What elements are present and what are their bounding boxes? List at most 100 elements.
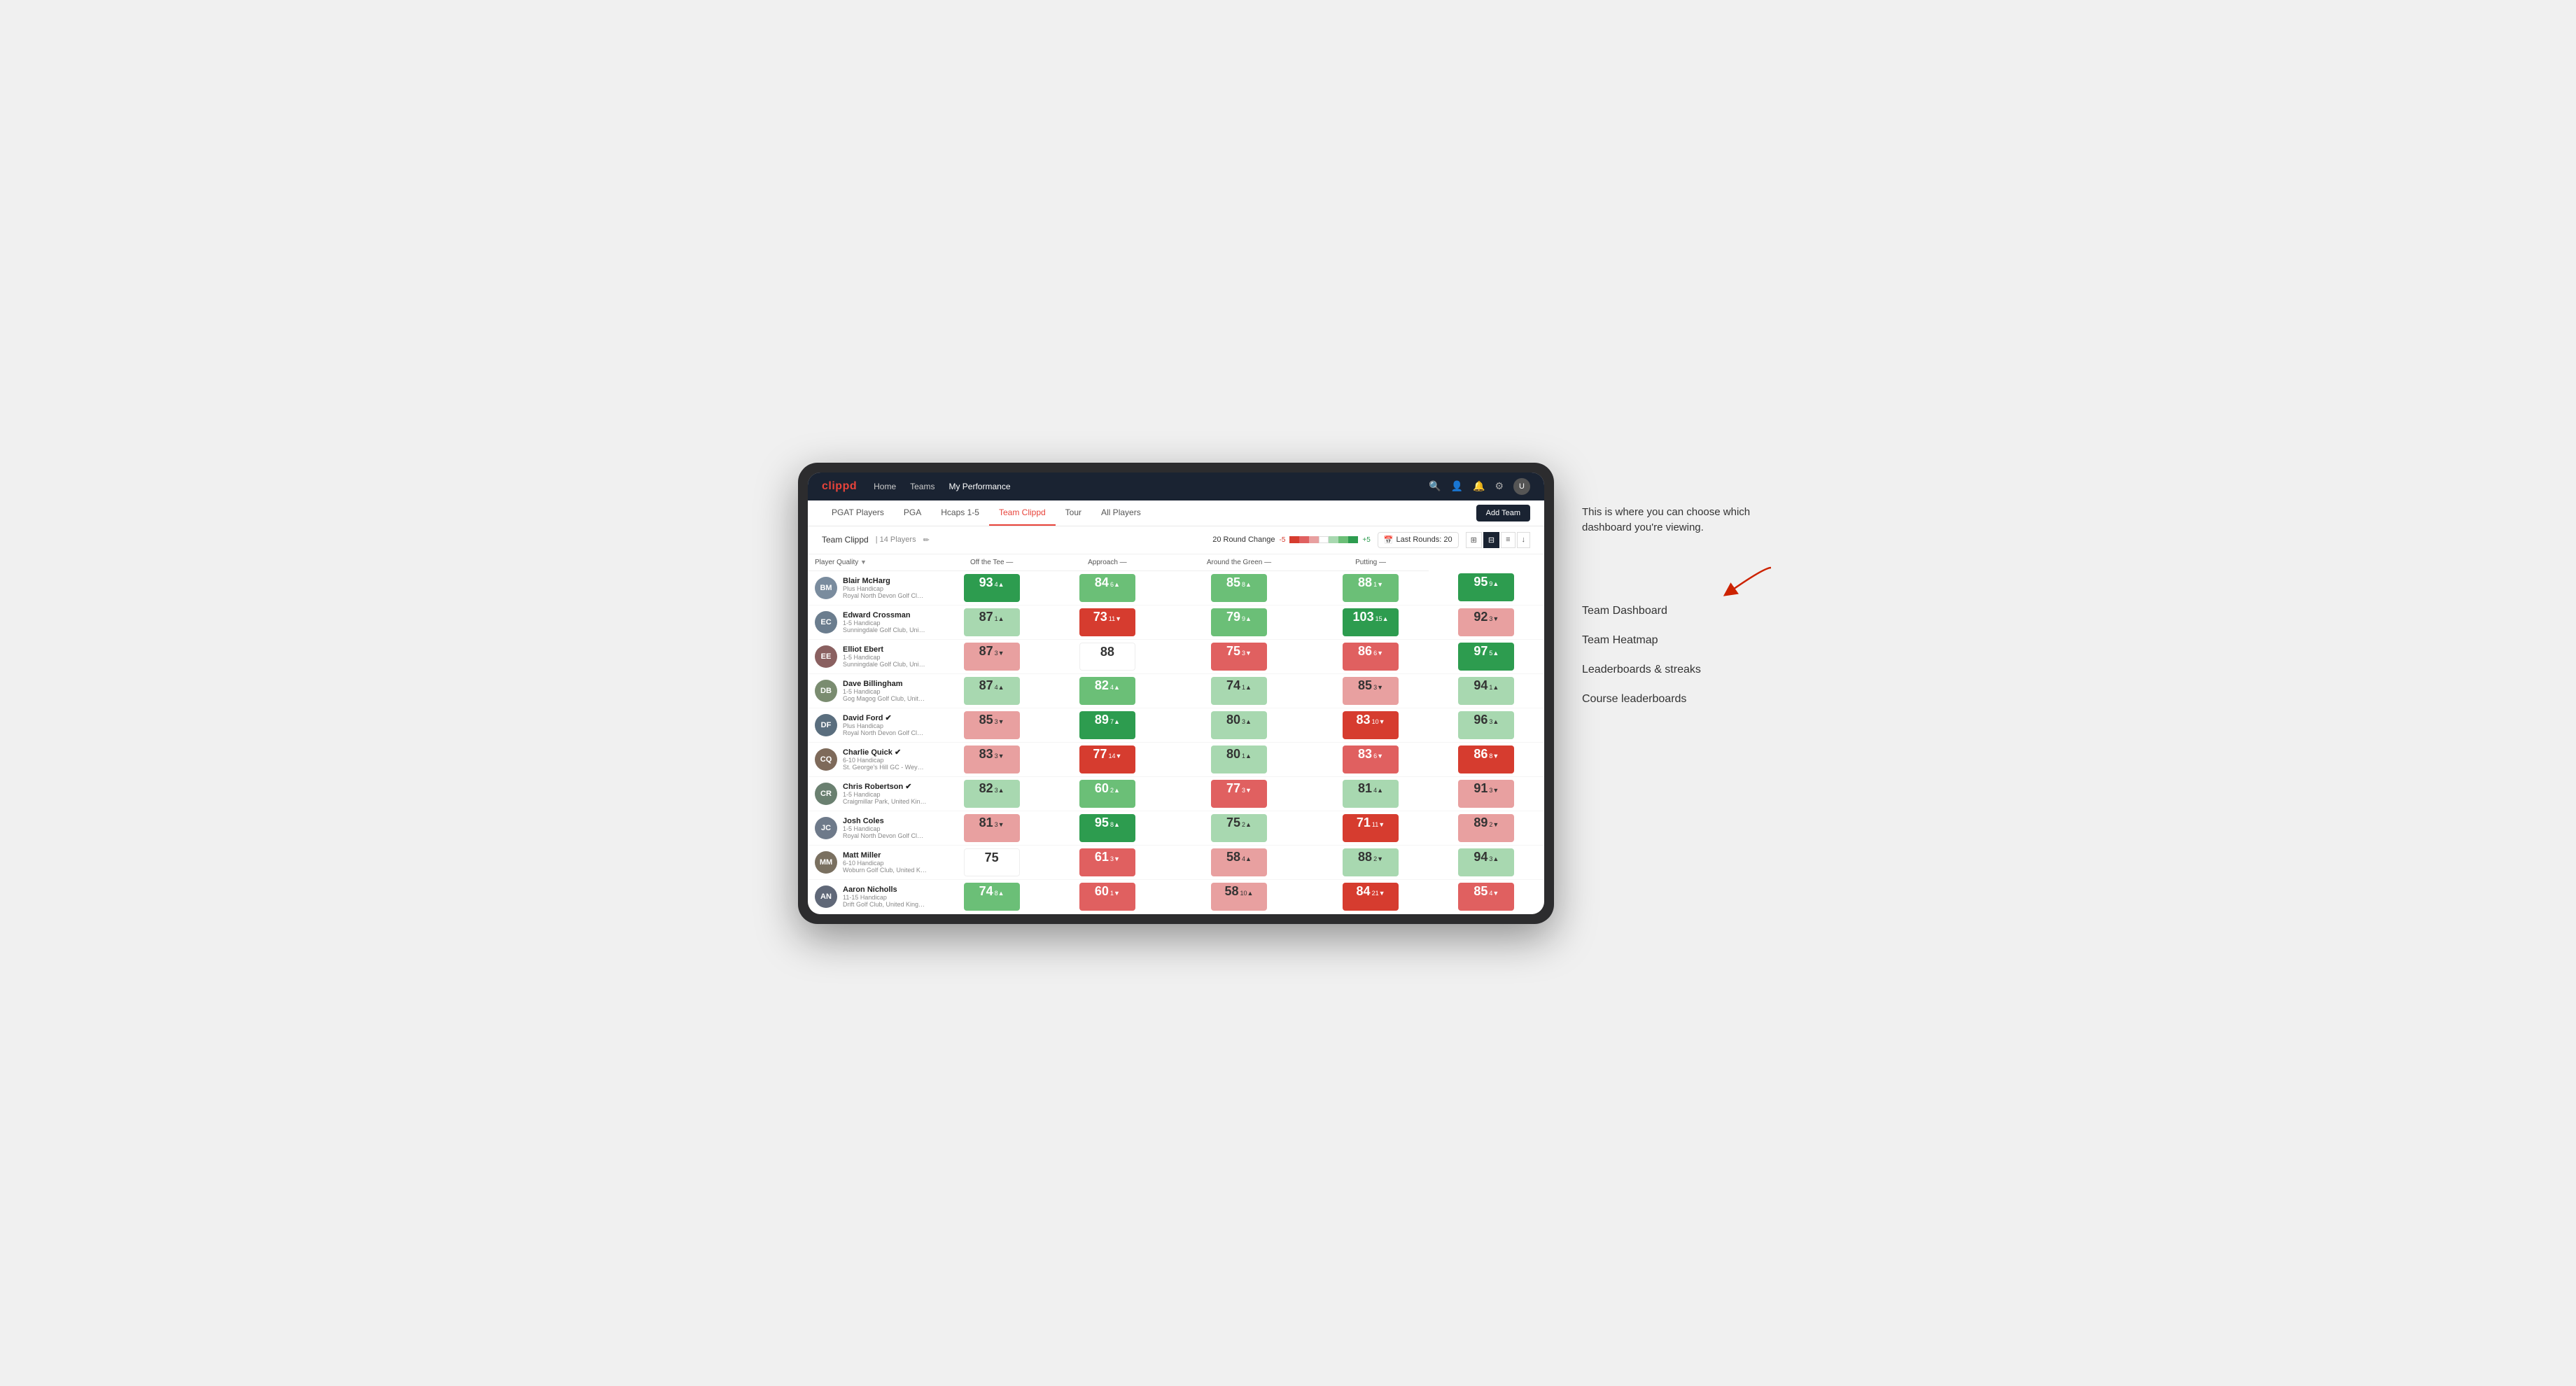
subnav-pgat[interactable]: PGAT Players — [822, 500, 894, 526]
player-cell[interactable]: EE Elliot Ebert 1-5 Handicap Sunningdale… — [808, 639, 934, 673]
nav-home[interactable]: Home — [874, 482, 896, 491]
edit-icon[interactable]: ✏ — [923, 536, 930, 545]
player-name: Edward Crossman — [843, 611, 927, 620]
score-value: 61 — [1095, 850, 1109, 864]
score-cell: 83 3▼ — [934, 742, 1049, 776]
annotation-items: Team DashboardTeam HeatmapLeaderboards &… — [1582, 605, 1778, 706]
annotation-arrow — [1582, 564, 1778, 599]
profile-icon[interactable]: 👤 — [1451, 480, 1463, 492]
nav-my-performance[interactable]: My Performance — [948, 482, 1010, 491]
score-cell: 60 2▲ — [1049, 776, 1165, 811]
score-change: 8▲ — [1242, 581, 1252, 588]
add-team-button[interactable]: Add Team — [1476, 505, 1530, 522]
score-box: 93 4▲ — [964, 574, 1020, 602]
team-bar: Team Clippd | 14 Players ✏ 20 Round Chan… — [808, 526, 1544, 554]
score-change: 21▼ — [1372, 890, 1385, 897]
player-club: St. George's Hill GC - Weybridge - Surre… — [843, 764, 927, 771]
score-box: 75 2▲ — [1211, 814, 1267, 842]
view-grid-button[interactable]: ⊞ — [1466, 532, 1482, 548]
score-change: 3▼ — [995, 821, 1004, 828]
player-club: Sunningdale Golf Club, United Kingdom — [843, 661, 927, 668]
score-change: 1▼ — [1110, 890, 1120, 897]
score-box: 80 1▲ — [1211, 746, 1267, 774]
score-value: 77 — [1093, 747, 1107, 762]
score-cell: 85 4▼ — [1429, 879, 1544, 913]
col-header-player-quality: Player Quality ▼ — [808, 554, 934, 571]
bell-icon[interactable]: 🔔 — [1473, 480, 1485, 492]
score-cell: 73 11▼ — [1049, 605, 1165, 639]
subnav-all-players[interactable]: All Players — [1091, 500, 1151, 526]
subnav-hcaps[interactable]: Hcaps 1-5 — [931, 500, 989, 526]
col-header-off-tee: Off the Tee — — [934, 554, 1049, 571]
score-cell: 87 1▲ — [934, 605, 1049, 639]
view-list-button[interactable]: ≡ — [1501, 532, 1515, 548]
player-club: Royal North Devon Golf Club, United King… — [843, 729, 927, 736]
player-name: Blair McHarg — [843, 577, 927, 585]
score-value: 84 — [1357, 884, 1371, 899]
score-box: 71 11▼ — [1343, 814, 1399, 842]
score-value: 95 — [1095, 816, 1109, 830]
player-cell[interactable]: CR Chris Robertson ✔ 1-5 Handicap Craigm… — [808, 776, 934, 811]
score-cell: 83 10▼ — [1312, 708, 1428, 742]
tablet-frame: clippd Home Teams My Performance 🔍 👤 🔔 ⚙… — [798, 463, 1554, 924]
score-box: 86 6▼ — [1343, 643, 1399, 671]
player-cell[interactable]: MM Matt Miller 6-10 Handicap Woburn Golf… — [808, 845, 934, 879]
score-box: 88 — [1079, 643, 1135, 671]
search-icon[interactable]: 🔍 — [1429, 480, 1441, 492]
score-value: 60 — [1095, 884, 1109, 899]
score-cell: 88 1▼ — [1312, 570, 1428, 605]
table-row: JC Josh Coles 1-5 Handicap Royal North D… — [808, 811, 1544, 845]
top-nav: clippd Home Teams My Performance 🔍 👤 🔔 ⚙… — [808, 472, 1544, 500]
nav-links: Home Teams My Performance — [874, 482, 1412, 491]
team-name: Team Clippd — [822, 535, 869, 545]
last-rounds-button[interactable]: 📅 Last Rounds: 20 — [1378, 532, 1459, 548]
settings-icon[interactable]: ⚙ — [1494, 480, 1504, 492]
annotation-item-3: Course leaderboards — [1582, 693, 1778, 706]
player-cell[interactable]: JC Josh Coles 1-5 Handicap Royal North D… — [808, 811, 934, 845]
score-change: 3▲ — [1489, 718, 1499, 725]
player-cell[interactable]: AN Aaron Nicholls 11-15 Handicap Drift G… — [808, 879, 934, 913]
player-cell[interactable]: BM Blair McHarg Plus Handicap Royal Nort… — [808, 570, 934, 605]
score-change: 3▼ — [1242, 787, 1252, 794]
nav-teams[interactable]: Teams — [910, 482, 934, 491]
annotation-intro: This is where you can choose which dashb… — [1582, 505, 1778, 536]
score-value: 91 — [1474, 781, 1488, 796]
score-value: 58 — [1226, 850, 1240, 864]
score-box: 85 8▲ — [1211, 574, 1267, 602]
view-download-button[interactable]: ↓ — [1517, 532, 1531, 548]
table-row: BM Blair McHarg Plus Handicap Royal Nort… — [808, 570, 1544, 605]
score-cell: 58 10▲ — [1166, 879, 1313, 913]
arrow-svg — [1708, 564, 1778, 599]
col-header-putting: Putting — — [1312, 554, 1428, 571]
sort-arrow: ▼ — [860, 559, 867, 566]
player-name: David Ford ✔ — [843, 713, 927, 722]
score-value: 88 — [1358, 850, 1372, 864]
player-cell[interactable]: DB Dave Billingham 1-5 Handicap Gog Mago… — [808, 673, 934, 708]
score-box: 75 3▼ — [1211, 643, 1267, 671]
score-change: 11▼ — [1109, 615, 1121, 622]
score-change: 3▼ — [995, 718, 1004, 725]
user-avatar[interactable]: U — [1513, 478, 1530, 495]
player-cell[interactable]: DF David Ford ✔ Plus Handicap Royal Nort… — [808, 708, 934, 742]
score-value: 60 — [1095, 781, 1109, 796]
score-cell: 89 2▼ — [1429, 811, 1544, 845]
player-cell[interactable]: EC Edward Crossman 1-5 Handicap Sunningd… — [808, 605, 934, 639]
score-box: 85 4▼ — [1458, 883, 1514, 911]
subnav-team-clippd[interactable]: Team Clippd — [989, 500, 1056, 526]
score-cell: 97 5▲ — [1429, 639, 1544, 673]
score-value: 92 — [1474, 610, 1488, 624]
subnav-tour[interactable]: Tour — [1056, 500, 1091, 526]
score-box: 96 3▲ — [1458, 711, 1514, 739]
player-handicap: Plus Handicap — [843, 722, 927, 729]
view-heatmap-button[interactable]: ⊟ — [1483, 532, 1499, 548]
subnav-pga[interactable]: PGA — [894, 500, 931, 526]
score-box: 95 9▲ — [1458, 573, 1514, 601]
table-row: MM Matt Miller 6-10 Handicap Woburn Golf… — [808, 845, 1544, 879]
tablet-screen: clippd Home Teams My Performance 🔍 👤 🔔 ⚙… — [808, 472, 1544, 914]
score-cell: 75 — [934, 845, 1049, 879]
score-cell: 77 14▼ — [1049, 742, 1165, 776]
score-value: 83 — [1358, 747, 1372, 762]
score-change: 3▲ — [1242, 718, 1252, 725]
player-cell[interactable]: CQ Charlie Quick ✔ 6-10 Handicap St. Geo… — [808, 742, 934, 776]
player-name: Aaron Nicholls — [843, 886, 927, 894]
